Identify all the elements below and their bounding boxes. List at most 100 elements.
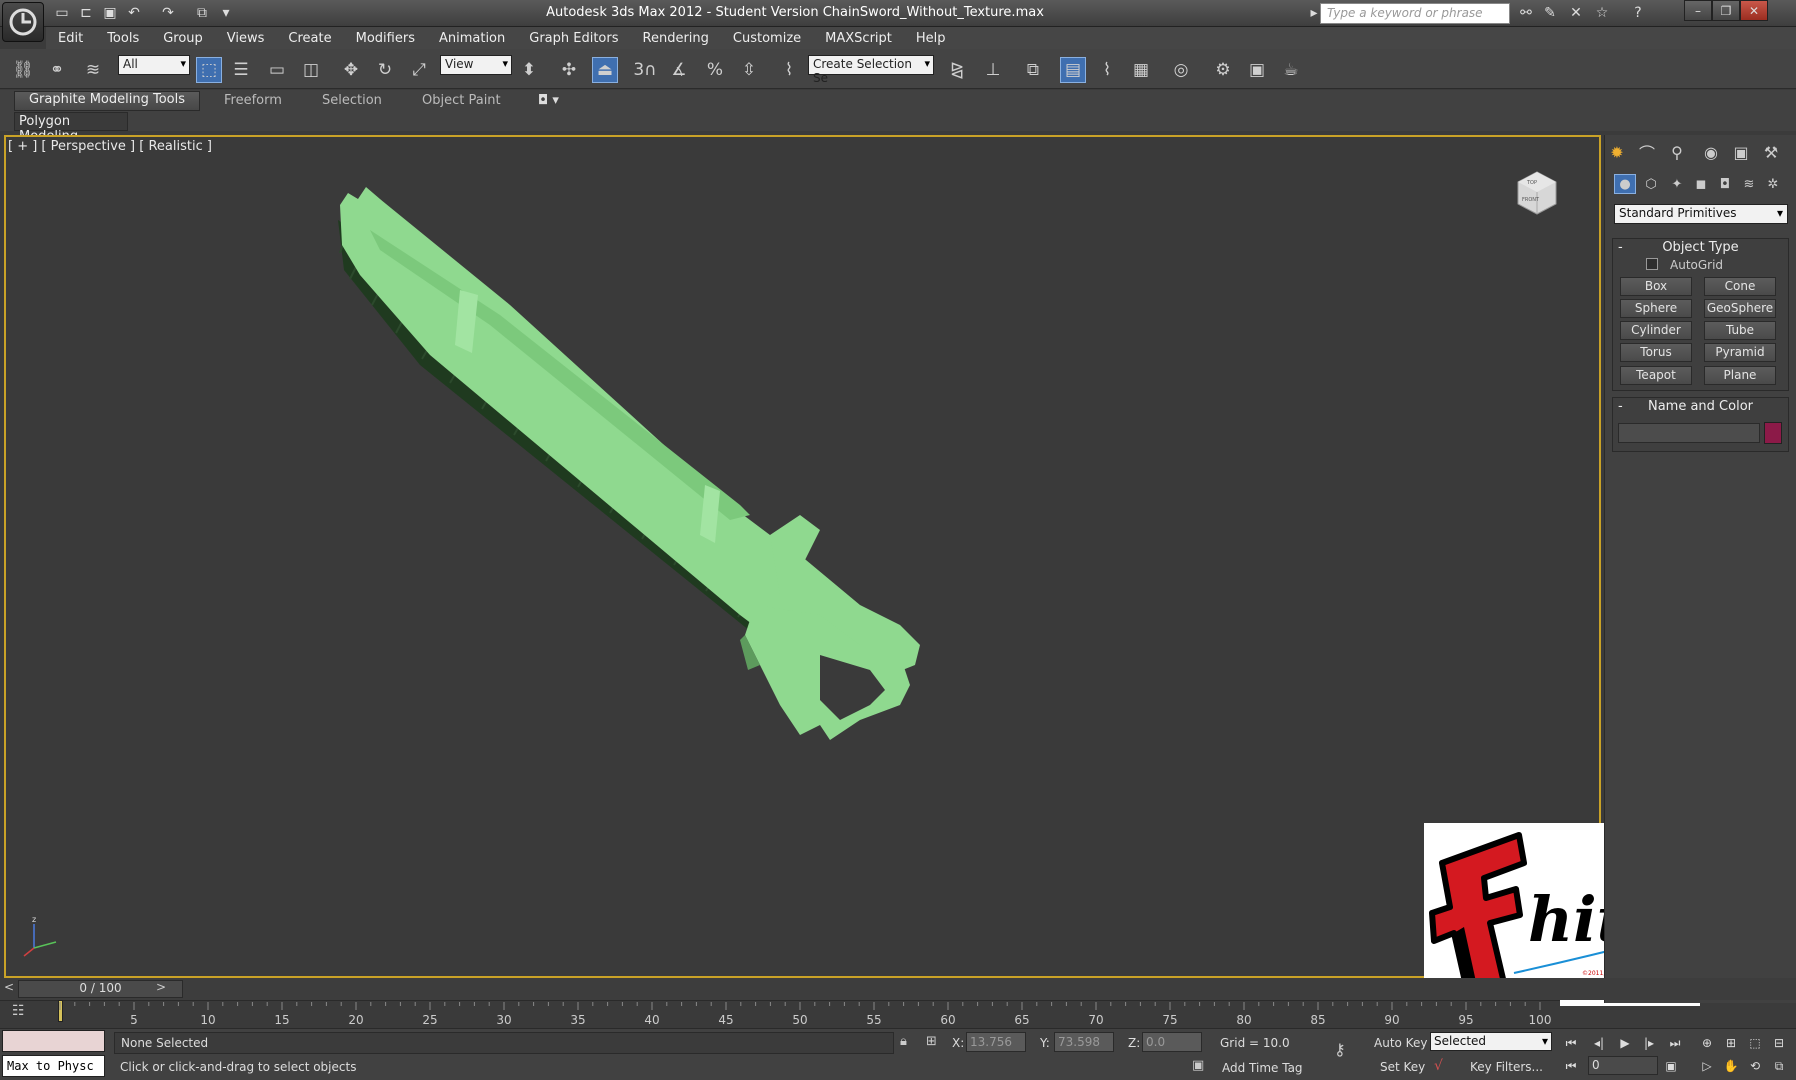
name-and-color-header[interactable]: - Name and Color (1613, 398, 1788, 416)
pivot-center-icon[interactable]: ⬍ (516, 57, 542, 83)
key-filters-button[interactable]: Key Filters... (1470, 1060, 1543, 1074)
unlink-icon[interactable]: ⚭ (44, 57, 70, 83)
favorites-star-icon[interactable]: ☆ (1592, 4, 1612, 22)
named-selection-dropdown[interactable]: Create Selection Se (808, 55, 934, 85)
chainsword-model[interactable] (300, 175, 1100, 875)
helpers-icon[interactable]: ◘ (1714, 174, 1736, 194)
add-time-tag[interactable]: Add Time Tag (1222, 1061, 1303, 1075)
undo-icon[interactable]: ↶ (124, 4, 144, 22)
shapes-icon[interactable]: ⬡ (1640, 174, 1662, 194)
z-coordinate-field[interactable]: 0.0 (1142, 1032, 1202, 1052)
select-manipulate-icon[interactable]: ✣ (556, 57, 582, 83)
qa-dropdown-icon[interactable]: ▾ (216, 4, 236, 22)
viewcube-icon[interactable]: TOP FRONT (1512, 168, 1562, 218)
menu-views[interactable]: Views (215, 31, 277, 46)
time-next-arrow[interactable]: > (156, 980, 166, 994)
zoom-extents-icon[interactable]: ⬚ (1744, 1033, 1766, 1053)
tab-freeform[interactable]: Freeform (224, 93, 282, 110)
ribbon-options-icon[interactable]: ◘ ▾ (538, 93, 559, 110)
pan-view-icon[interactable]: ✋ (1720, 1056, 1742, 1076)
window-crossing-icon[interactable]: ◫ (298, 57, 324, 83)
maximize-viewport-icon[interactable]: ⧉ (1768, 1056, 1790, 1076)
cylinder-button[interactable]: Cylinder (1620, 321, 1692, 340)
viewport-label[interactable]: [ + ] [ Perspective ] [ Realistic ] (8, 139, 212, 154)
box-button[interactable]: Box (1620, 277, 1692, 296)
reference-coordinate-dropdown[interactable]: View (440, 55, 512, 75)
bind-space-warp-icon[interactable]: ≋ (80, 57, 106, 83)
x-coordinate-field[interactable]: 13.756 (966, 1032, 1026, 1052)
rectangular-selection-icon[interactable]: ▭ (264, 57, 290, 83)
create-panel-icon[interactable]: ✹ (1604, 140, 1630, 164)
previous-frame-icon[interactable]: ◂| (1588, 1033, 1610, 1053)
keyboard-shortcut-override-icon[interactable]: ⏏ (592, 57, 618, 83)
tab-graphite-modeling-tools[interactable]: Graphite Modeling Tools (14, 91, 200, 111)
zoom-extents-all-icon[interactable]: ⊟ (1768, 1033, 1790, 1053)
edit-named-selection-icon[interactable]: ⌇ (776, 57, 802, 83)
pyramid-button[interactable]: Pyramid (1704, 343, 1776, 362)
schematic-view-icon[interactable]: ▦ (1128, 57, 1154, 83)
communication-center-icon[interactable]: ✕ (1566, 4, 1586, 22)
orbit-icon[interactable]: ⟲ (1744, 1056, 1766, 1076)
render-setup-icon[interactable]: ⚙ (1210, 57, 1236, 83)
tab-selection[interactable]: Selection (322, 93, 382, 110)
select-and-link-icon[interactable]: ⛓ (10, 57, 36, 83)
space-warps-icon[interactable]: ≋ (1738, 174, 1760, 194)
field-of-view-icon[interactable]: ▷ (1696, 1056, 1718, 1076)
absolute-mode-icon[interactable]: ⊞ (926, 1034, 937, 1049)
select-object-icon[interactable]: ⬚ (196, 57, 222, 83)
subscription-icon[interactable]: ✎ (1540, 4, 1560, 22)
menu-create[interactable]: Create (276, 31, 343, 46)
app-menu-button[interactable] (2, 2, 44, 42)
tube-button[interactable]: Tube (1704, 321, 1776, 340)
modify-panel-icon[interactable]: ⌒ (1634, 140, 1660, 164)
current-frame-field[interactable]: 0 (1588, 1056, 1658, 1075)
motion-panel-icon[interactable]: ◉ (1698, 140, 1724, 164)
menu-edit[interactable]: Edit (46, 31, 95, 46)
maxscript-listener-output[interactable] (2, 1030, 105, 1052)
geosphere-button[interactable]: GeoSphere (1704, 299, 1776, 318)
auto-key-button[interactable]: Auto Key (1374, 1036, 1427, 1050)
maxscript-mini-listener[interactable]: Max to Physc (2, 1055, 105, 1077)
geometry-icon[interactable]: ● (1614, 174, 1636, 194)
sphere-button[interactable]: Sphere (1620, 299, 1692, 318)
selection-filter-dropdown[interactable]: All (118, 55, 190, 75)
zoom-icon[interactable]: ⊕ (1696, 1033, 1718, 1053)
rendered-frame-window-icon[interactable]: ▣ (1244, 57, 1270, 83)
render-production-icon[interactable]: ☕ (1278, 57, 1304, 83)
default-tangent-icon[interactable]: √ (1434, 1058, 1443, 1074)
next-frame-icon[interactable]: |▸ (1638, 1033, 1660, 1053)
utilities-panel-icon[interactable]: ⚒ (1758, 140, 1784, 164)
object-name-field[interactable] (1618, 423, 1760, 443)
cameras-icon[interactable]: ◼ (1690, 174, 1712, 194)
project-folder-icon[interactable]: ⧉ (192, 4, 212, 22)
primitive-category-dropdown[interactable]: Standard Primitives (1614, 204, 1788, 224)
cone-button[interactable]: Cone (1704, 277, 1776, 296)
new-file-icon[interactable]: ▭ (52, 4, 72, 22)
go-to-end-icon[interactable]: ⏭ (1664, 1033, 1686, 1053)
material-editor-icon[interactable]: ◎ (1168, 57, 1194, 83)
curve-editor-icon[interactable]: ⌇ (1094, 57, 1120, 83)
select-and-move-icon[interactable]: ✥ (338, 57, 364, 83)
object-type-header[interactable]: - Object Type (1613, 239, 1788, 257)
panel-polygon-modeling[interactable]: Polygon Modeling (14, 112, 128, 144)
menu-maxscript[interactable]: MAXScript (813, 31, 904, 46)
menu-animation[interactable]: Animation (427, 31, 517, 46)
y-coordinate-field[interactable]: 73.598 (1054, 1032, 1114, 1052)
snaps-toggle-icon[interactable]: 3 ∩ (632, 57, 658, 83)
hierarchy-panel-icon[interactable]: ⚲ (1664, 140, 1690, 164)
zoom-all-icon[interactable]: ⊞ (1720, 1033, 1742, 1053)
save-file-icon[interactable]: ▣ (100, 4, 120, 22)
time-configuration-icon[interactable]: ▣ (1660, 1056, 1682, 1076)
autogrid-checkbox[interactable] (1646, 258, 1658, 270)
object-color-swatch[interactable] (1764, 422, 1782, 444)
key-mode-toggle-icon[interactable]: ⏮ (1560, 1056, 1582, 1076)
angle-snap-icon[interactable]: ∡ (666, 57, 692, 83)
redo-icon[interactable]: ↷ (158, 4, 178, 22)
play-icon[interactable]: ▶ (1614, 1033, 1636, 1053)
close-button[interactable]: ✕ (1740, 0, 1768, 21)
lights-icon[interactable]: ✦ (1666, 174, 1688, 194)
menu-graph-editors[interactable]: Graph Editors (517, 31, 630, 46)
help-icon[interactable]: ? (1628, 4, 1648, 22)
open-file-icon[interactable]: ⊏ (76, 4, 96, 22)
menu-group[interactable]: Group (151, 31, 215, 46)
